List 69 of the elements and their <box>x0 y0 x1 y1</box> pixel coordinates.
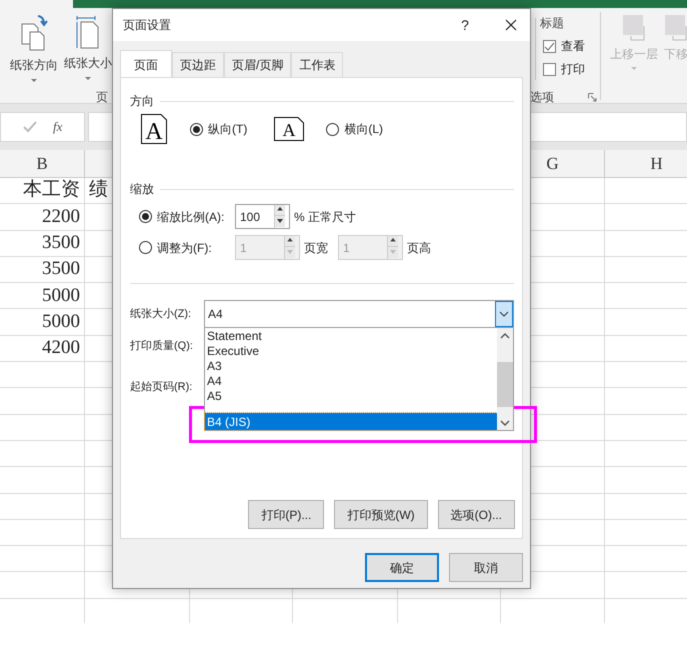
dropdown[interactable]: A4 <box>204 300 514 328</box>
table-cell: 4200 <box>0 336 85 362</box>
dialog-button[interactable]: 选项(O)... <box>438 500 515 529</box>
scroll-down-icon <box>498 419 512 427</box>
radio-label: 纵向(T) <box>208 121 248 138</box>
checkbox[interactable] <box>543 62 556 76</box>
list-item[interactable]: Statement <box>205 328 497 343</box>
scroll-up-icon <box>498 332 512 340</box>
window-title: 页面设置 <box>123 17 172 34</box>
dialog-button[interactable]: 取消 <box>449 553 523 582</box>
table-cell: 3500 <box>0 230 85 256</box>
caret-icon <box>31 79 37 82</box>
group-label: 选项 <box>530 89 554 106</box>
radio-label: 缩放比例(A): <box>157 208 224 226</box>
ribbon-button[interactable]: 纸张方向 <box>10 14 58 82</box>
table-cell: 2200 <box>0 204 85 230</box>
page-size-icon <box>75 14 101 50</box>
radio-button[interactable] <box>139 241 152 254</box>
group-title: 标题 <box>540 15 564 32</box>
table-cell: 5000 <box>0 283 85 308</box>
check-icon <box>23 121 37 133</box>
help-button[interactable]: ? <box>450 14 480 36</box>
ribbon-button[interactable]: 纸张大小 <box>64 14 112 80</box>
dialog-button[interactable]: 打印预览(W) <box>334 500 428 529</box>
table-cell: 3500 <box>0 256 85 282</box>
list-item[interactable]: Executive <box>205 343 497 358</box>
table-cell: 5000 <box>0 309 85 335</box>
radio-button[interactable] <box>139 210 152 223</box>
tab[interactable]: 页眉/页脚 <box>224 52 292 77</box>
checkbox[interactable] <box>543 40 556 52</box>
field-label: 起始页码(R): <box>130 380 192 394</box>
caret-icon <box>85 77 91 80</box>
radio-label: 横向(L) <box>344 121 383 138</box>
close-icon <box>505 19 517 31</box>
field-label: 打印质量(Q): <box>130 339 193 354</box>
radio-button[interactable] <box>190 122 203 136</box>
radio-button[interactable] <box>326 122 340 136</box>
portrait-page-icon: A <box>141 114 167 144</box>
radio-label: 调整为(F): <box>157 240 212 256</box>
layers-icon <box>622 14 646 42</box>
scrollbar[interactable] <box>497 328 513 430</box>
list-item[interactable]: B4 (JIS) <box>205 413 497 430</box>
caret-icon <box>631 67 637 70</box>
field-label: 纸张大小(Z): <box>130 306 192 322</box>
chevron-down-icon <box>499 311 509 317</box>
field-unit: 页宽 <box>304 240 328 256</box>
group-label: 页 <box>96 89 108 106</box>
tab[interactable]: 页面 <box>120 50 172 78</box>
dialog-button[interactable]: 打印(P)... <box>248 500 324 529</box>
function-button[interactable]: fx <box>53 117 62 137</box>
dialog-button[interactable]: 确定 <box>365 553 439 582</box>
tab[interactable]: 页边距 <box>172 52 224 77</box>
tab[interactable]: 工作表 <box>291 52 344 77</box>
dialog-launcher-icon <box>588 93 597 102</box>
column-header[interactable]: B <box>0 150 85 177</box>
checkbox-label: 打印 <box>561 61 585 78</box>
landscape-page-icon: A <box>274 117 304 141</box>
list-item[interactable]: A3 <box>205 358 497 373</box>
check-icon <box>544 42 555 50</box>
table-cell: 本工资 <box>0 178 85 204</box>
spin-field[interactable]: 100 <box>235 204 290 229</box>
section-label: 缩放 <box>130 181 154 198</box>
section-label: 方向 <box>130 93 154 110</box>
list-item[interactable]: A5 <box>205 388 497 403</box>
field-unit: 页高 <box>407 240 431 256</box>
column-header[interactable]: H <box>605 150 687 177</box>
field-unit: % 正常尺寸 <box>294 208 356 226</box>
checkbox-label: 查看 <box>561 38 585 55</box>
list-item[interactable]: A4 <box>205 373 497 388</box>
